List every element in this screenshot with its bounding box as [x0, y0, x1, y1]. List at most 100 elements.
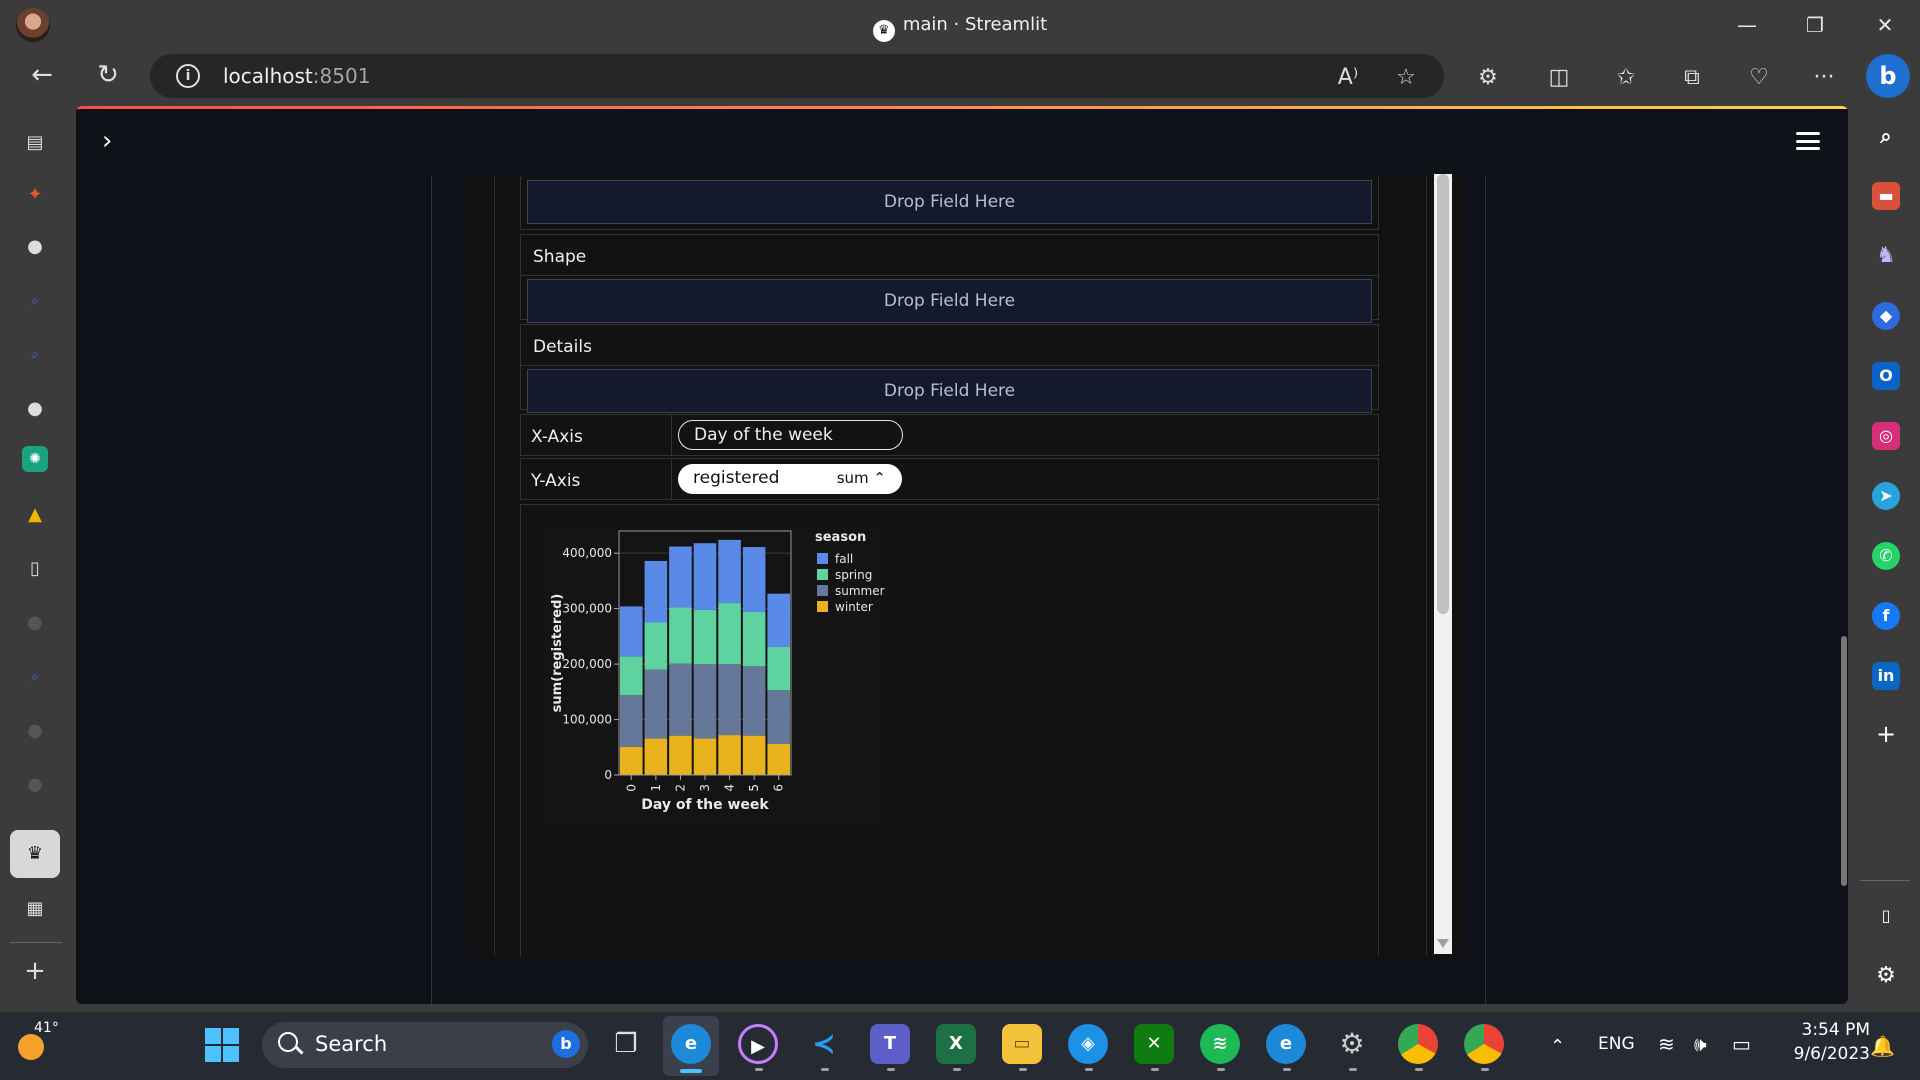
document-icon[interactable]: ▯: [18, 552, 52, 586]
weather-temperature: 41°: [34, 1020, 59, 1036]
media-player-icon[interactable]: ▶: [738, 1024, 778, 1064]
outlook-icon[interactable]: O: [1872, 362, 1900, 390]
xbox-icon[interactable]: ✕: [1134, 1024, 1174, 1064]
airflow-icon[interactable]: ✦: [18, 178, 52, 212]
shape-drop-zone[interactable]: Drop Field Here: [527, 279, 1372, 323]
clock-date[interactable]: 9/6/2023: [1780, 1044, 1870, 1064]
bing-copilot-button[interactable]: b: [1866, 54, 1910, 98]
teams-icon[interactable]: T: [870, 1024, 910, 1064]
sidebar-expand-chevron-icon[interactable]: ›: [102, 126, 112, 156]
favorites-icon[interactable]: ✩: [1612, 64, 1640, 92]
telegram-icon[interactable]: ➤: [1872, 482, 1900, 510]
streamlit-icon: ♛: [872, 20, 895, 42]
back-button[interactable]: ←: [24, 58, 60, 94]
taskbar-search[interactable]: [262, 1022, 588, 1068]
bar-segment-summer: [669, 663, 692, 736]
clock-time[interactable]: 3:54 PM: [1790, 1020, 1871, 1040]
minimize-button[interactable]: —: [1732, 10, 1762, 40]
add-tab-icon[interactable]: +: [18, 954, 52, 988]
github-icon[interactable]: ●: [18, 230, 52, 264]
y-tick-label: 400,000: [562, 546, 612, 560]
copilot-icon[interactable]: ◆: [1872, 302, 1900, 330]
read-aloud-icon[interactable]: A⁾: [1334, 64, 1362, 92]
wifi-icon[interactable]: ≋: [1658, 1032, 1675, 1056]
url-text[interactable]: localhost:8501: [223, 64, 370, 88]
search-icon: [278, 1032, 298, 1052]
app-running-dot: [1349, 1068, 1357, 1071]
browser-essentials-icon[interactable]: ♡: [1745, 64, 1773, 92]
page-scrollbar[interactable]: [1841, 636, 1847, 886]
show-hidden-icons-chevron-icon[interactable]: ⌃: [1550, 1036, 1565, 1057]
aggregation-select[interactable]: sum ⌃: [837, 464, 886, 492]
y-field-pill[interactable]: registered sum ⌃: [678, 464, 902, 494]
add-icon[interactable]: +: [1872, 720, 1900, 748]
search-icon[interactable]: ⌕: [18, 660, 52, 694]
legend-swatch-winter: [817, 601, 828, 612]
split-screen-icon[interactable]: ◫: [1545, 64, 1573, 92]
bar-segment-spring: [620, 656, 643, 696]
task-view-icon[interactable]: ❐: [606, 1024, 646, 1064]
edge-profile-icon[interactable]: e: [1266, 1024, 1306, 1064]
edge-icon[interactable]: e: [671, 1024, 711, 1064]
bing-icon[interactable]: b: [552, 1030, 580, 1058]
facebook-icon[interactable]: f: [1872, 602, 1900, 630]
whatsapp-icon[interactable]: ✆: [1872, 542, 1900, 570]
site-info-icon[interactable]: i: [176, 64, 200, 88]
x-field-pill[interactable]: Day of the week: [678, 420, 903, 450]
favorite-star-icon[interactable]: ☆: [1392, 64, 1420, 92]
chrome-icon[interactable]: [1398, 1024, 1438, 1064]
excel-icon[interactable]: X: [936, 1024, 976, 1064]
generic-site-icon[interactable]: ●: [18, 768, 52, 802]
instagram-icon[interactable]: ◎: [1872, 422, 1900, 450]
search-icon[interactable]: ⌕: [18, 284, 52, 318]
settings-icon[interactable]: ⚙: [1872, 962, 1900, 990]
collections-icon[interactable]: ⧉: [1678, 64, 1706, 92]
refresh-button[interactable]: ↻: [90, 58, 126, 94]
battery-icon[interactable]: ▭: [1732, 1032, 1751, 1056]
tab-actions-icon[interactable]: ▤: [18, 126, 52, 160]
embed-scrollbar-thumb[interactable]: [1437, 174, 1449, 614]
close-button[interactable]: ✕: [1870, 10, 1900, 40]
github-icon[interactable]: ●: [18, 392, 52, 426]
toolbox-icon[interactable]: ▬: [1872, 182, 1900, 210]
bar-segment-winter: [669, 735, 692, 775]
details-drop-zone[interactable]: Drop Field Here: [527, 369, 1372, 413]
legend-label-spring: spring: [835, 568, 872, 582]
extensions-icon[interactable]: ⚙: [1474, 64, 1502, 92]
streamlit-icon[interactable]: ♛: [10, 830, 60, 878]
search-icon[interactable]: ⌕: [18, 338, 52, 372]
notification-bell-icon[interactable]: 🔔: [1870, 1034, 1895, 1058]
spotify-icon[interactable]: ≋: [1200, 1024, 1240, 1064]
chrome-profile-icon[interactable]: [1464, 1024, 1504, 1064]
vscode-icon[interactable]: ≺: [804, 1024, 844, 1064]
file-explorer-icon[interactable]: ▭: [1002, 1024, 1042, 1064]
app-running-dot: [1151, 1068, 1159, 1071]
legend-label-summer: summer: [835, 584, 885, 598]
drop-zone[interactable]: Drop Field Here: [527, 180, 1372, 224]
settings-icon[interactable]: ⚙: [1332, 1024, 1372, 1064]
split-screen-icon[interactable]: ▯: [1872, 902, 1900, 930]
shape-section: Shape Drop Field Here: [520, 234, 1379, 323]
generic-site-icon[interactable]: ●: [18, 606, 52, 640]
input-language[interactable]: ENG: [1598, 1034, 1635, 1054]
linkedin-icon[interactable]: in: [1872, 662, 1900, 690]
restore-button[interactable]: ❐: [1800, 10, 1830, 40]
volume-icon[interactable]: 🕪: [1694, 1032, 1707, 1056]
games-icon[interactable]: ♞: [1872, 242, 1900, 270]
app-running-dot: [755, 1068, 763, 1071]
start-button[interactable]: [205, 1028, 239, 1062]
embed-scrollbar[interactable]: [1434, 174, 1452, 954]
tab-separator: [10, 942, 62, 943]
main-menu-icon[interactable]: [1796, 132, 1820, 150]
google-drive-icon[interactable]: ▲: [18, 498, 52, 532]
scroll-down-arrow-icon[interactable]: [1437, 939, 1449, 948]
bar-segment-spring: [742, 611, 766, 667]
calendar-icon[interactable]: ▦: [18, 892, 52, 926]
generic-site-icon[interactable]: ●: [18, 714, 52, 748]
search-icon[interactable]: ⌕: [1872, 122, 1900, 150]
chatgpt-icon[interactable]: ✺: [22, 446, 48, 472]
x-field-name: Day of the week: [694, 425, 833, 445]
details-section: Details Drop Field Here: [520, 324, 1379, 413]
docker-icon[interactable]: ◈: [1068, 1024, 1108, 1064]
more-menu-icon[interactable]: ···: [1810, 64, 1838, 92]
